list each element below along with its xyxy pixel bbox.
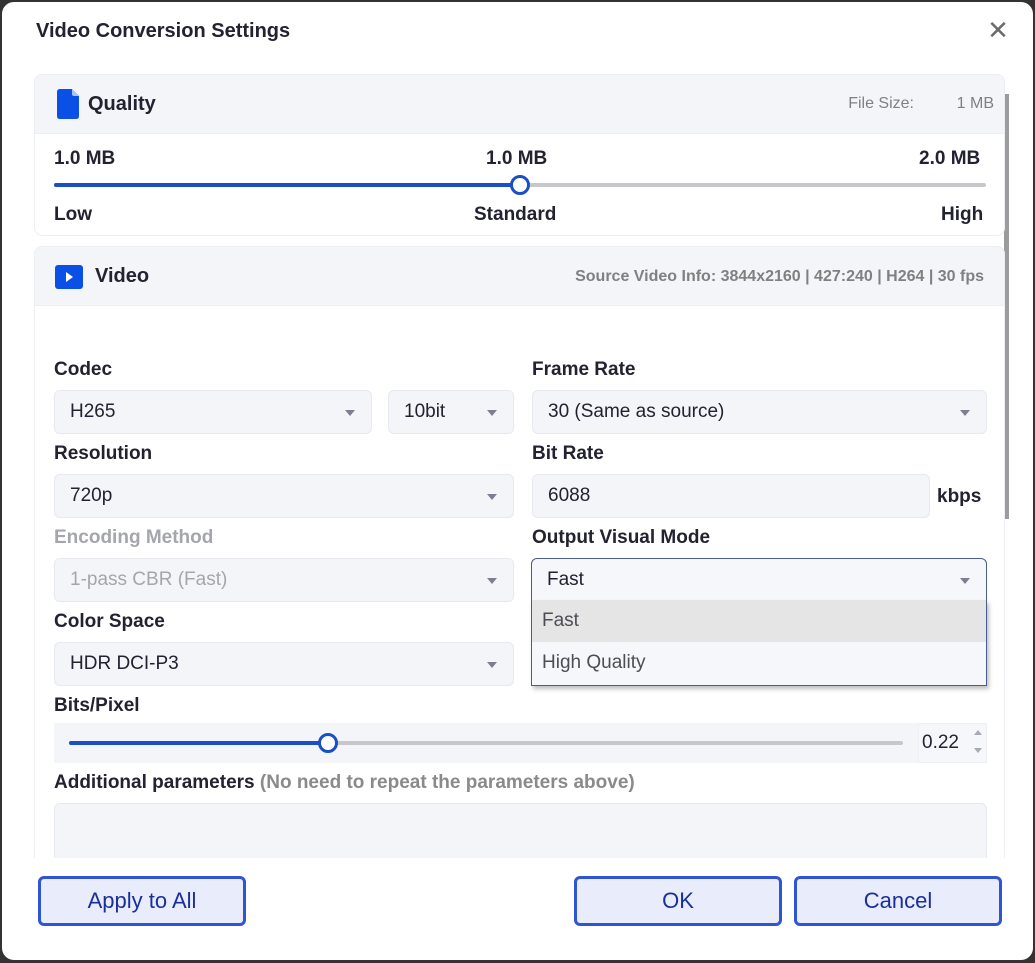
- color-space-label: Color Space: [54, 611, 165, 632]
- encoding-method-label: Encoding Method: [54, 527, 214, 548]
- bits-per-pixel-slider-thumb[interactable]: [317, 733, 338, 753]
- quality-low-label: Low: [54, 204, 92, 225]
- chevron-down-icon: [487, 410, 497, 416]
- resolution-select[interactable]: 720p: [54, 474, 514, 518]
- bit-depth-select[interactable]: 10bit: [388, 390, 514, 434]
- color-space-value: HDR DCI-P3: [70, 653, 179, 674]
- bits-per-pixel-slider-fill: [69, 741, 328, 745]
- quality-slider-thumb[interactable]: [510, 175, 530, 195]
- quality-title: Quality: [88, 93, 156, 115]
- file-size-value: 1 MB: [956, 95, 994, 112]
- encoding-method-select: 1-pass CBR (Fast): [54, 558, 514, 602]
- quality-mid-size: 1.0 MB: [486, 148, 548, 169]
- output-visual-mode-label: Output Visual Mode: [532, 527, 711, 548]
- quality-min-size: 1.0 MB: [54, 148, 116, 169]
- frame-rate-select[interactable]: 30 (Same as source): [532, 390, 987, 434]
- spin-up-icon[interactable]: [974, 730, 982, 735]
- additional-parameters-hint: (No need to repeat the parameters above): [259, 772, 635, 793]
- file-size-label: File Size:: [848, 95, 914, 112]
- bits-per-pixel-label: Bits/Pixel: [54, 695, 140, 716]
- encoding-method-value: 1-pass CBR (Fast): [70, 569, 228, 590]
- additional-parameters-label: Additional parameters (No need to repeat…: [54, 772, 635, 794]
- bits-per-pixel-value: 0.22: [922, 732, 959, 753]
- spin-down-icon[interactable]: [974, 748, 982, 753]
- chevron-down-icon: [487, 662, 497, 668]
- close-icon[interactable]: ✕: [986, 17, 1010, 43]
- chevron-down-icon: [960, 578, 970, 584]
- quality-high-label: High: [941, 204, 984, 225]
- quality-slider-fill: [54, 183, 520, 187]
- chevron-down-icon: [487, 494, 497, 500]
- chevron-down-icon: [345, 410, 355, 416]
- frame-rate-label: Frame Rate: [532, 359, 636, 380]
- resolution-label: Resolution: [54, 443, 153, 464]
- bit-depth-value: 10bit: [404, 401, 446, 422]
- additional-parameters-input[interactable]: [54, 803, 987, 858]
- video-section: [34, 246, 1005, 858]
- bit-rate-label: Bit Rate: [532, 443, 604, 464]
- frame-rate-value: 30 (Same as source): [548, 401, 725, 422]
- play-icon: [55, 265, 83, 294]
- output-visual-mode-value: Fast: [547, 569, 584, 590]
- source-video-info: Source Video Info: 3844x2160 | 427:240 |…: [575, 268, 984, 285]
- cancel-button[interactable]: Cancel: [794, 876, 1002, 926]
- resolution-value: 720p: [70, 485, 113, 506]
- output-visual-mode-select[interactable]: Fast: [531, 558, 987, 601]
- bit-rate-input[interactable]: 6088: [532, 474, 930, 518]
- settings-scroll-area: Quality File Size: 1 MB 1.0 MB 1.0 MB 2.…: [2, 70, 1033, 858]
- bits-per-pixel-spinbox[interactable]: 0.22: [918, 723, 987, 763]
- additional-parameters-title: Additional parameters: [54, 772, 255, 793]
- quality-standard-label: Standard: [474, 204, 557, 225]
- dropdown-option-high-quality[interactable]: High Quality: [532, 642, 986, 684]
- chevron-down-icon: [487, 578, 497, 584]
- video-conversion-dialog: Video Conversion Settings ✕ Quality File…: [2, 2, 1033, 960]
- video-header: Video Source Video Info: 3844x2160 | 427…: [34, 246, 1005, 306]
- dropdown-option-fast[interactable]: Fast: [532, 600, 986, 642]
- codec-select[interactable]: H265: [54, 390, 372, 434]
- dialog-title: Video Conversion Settings: [36, 20, 291, 42]
- bit-rate-value: 6088: [548, 485, 591, 506]
- bit-rate-unit: kbps: [937, 486, 982, 507]
- color-space-select[interactable]: HDR DCI-P3: [54, 642, 514, 686]
- quality-header: Quality File Size: 1 MB: [34, 74, 1005, 134]
- ok-button[interactable]: OK: [574, 876, 782, 926]
- codec-label: Codec: [54, 359, 113, 380]
- file-icon: [57, 89, 79, 124]
- apply-to-all-button[interactable]: Apply to All: [38, 876, 246, 926]
- output-visual-mode-dropdown: Fast High Quality: [531, 600, 987, 686]
- chevron-down-icon: [960, 410, 970, 416]
- codec-value: H265: [70, 401, 116, 422]
- quality-max-size: 2.0 MB: [919, 148, 981, 169]
- video-title: Video: [95, 265, 150, 287]
